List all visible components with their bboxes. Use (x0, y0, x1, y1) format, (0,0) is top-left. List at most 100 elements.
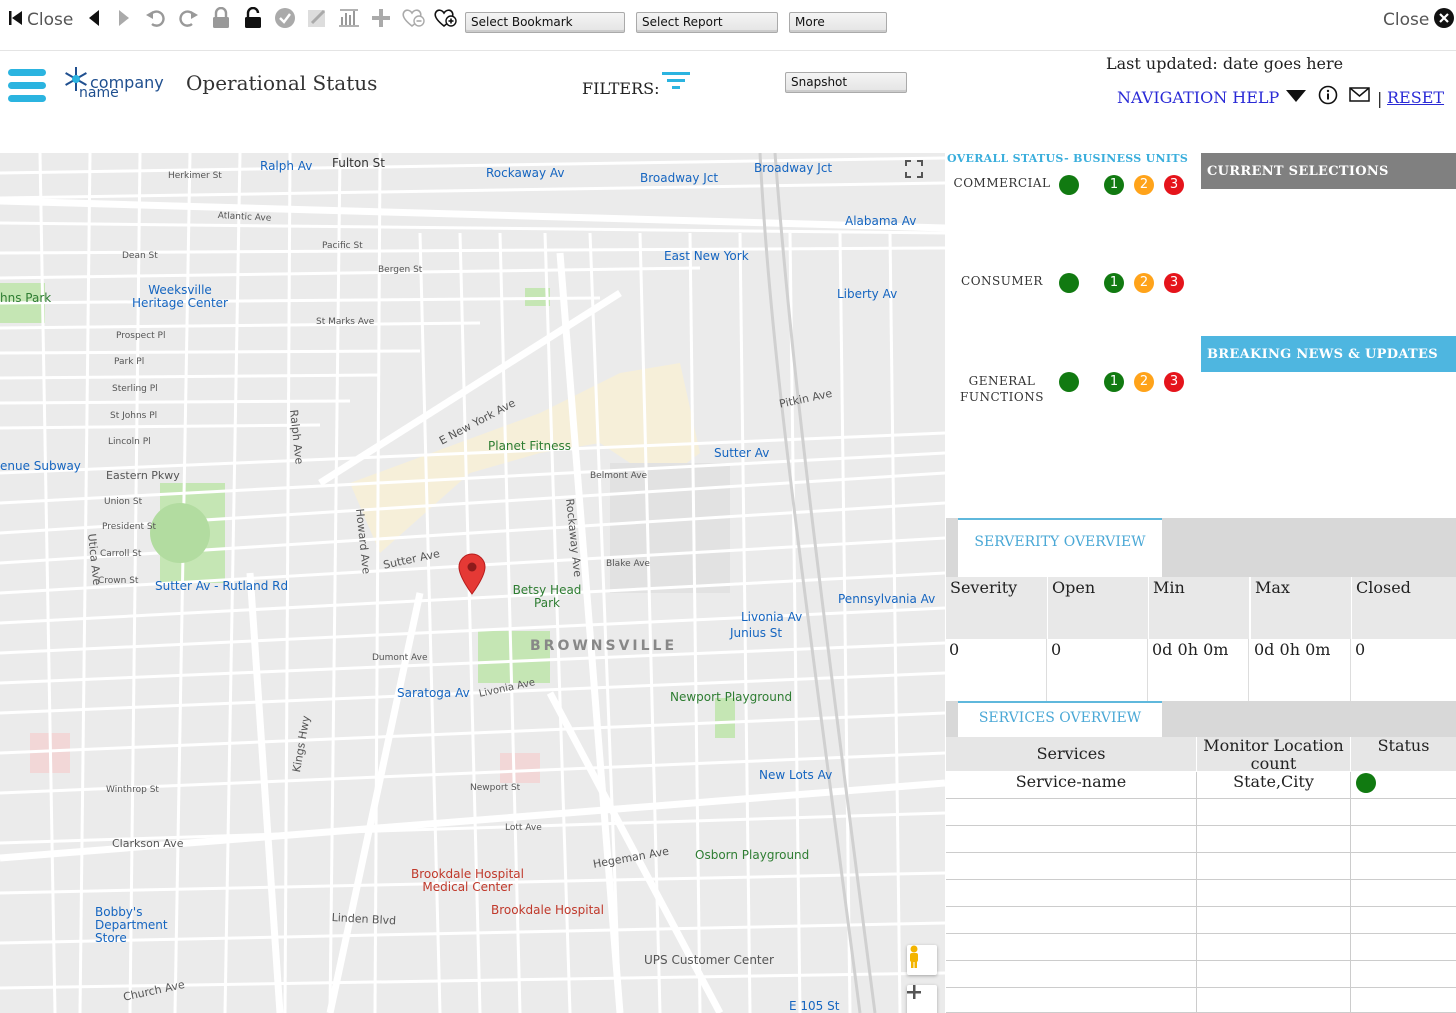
severity-column: Severity 0 (946, 577, 1047, 701)
back-icon[interactable] (82, 6, 106, 30)
map-label[interactable]: Newport Playground (670, 690, 792, 704)
street-label: President St (102, 522, 157, 532)
reset-link[interactable]: RESET (1387, 88, 1444, 107)
level-1-badge[interactable]: 1 (1104, 175, 1124, 195)
min-value: 0d 0h 0m (1149, 639, 1249, 701)
severity-column: Min 0d 0h 0m (1149, 577, 1249, 701)
map-label[interactable]: Broadway Jct (640, 171, 718, 185)
status-dot[interactable] (1059, 273, 1079, 293)
empty-cell (946, 853, 1197, 880)
close-right-button[interactable]: Close (1383, 10, 1429, 30)
more-dropdown[interactable]: More (789, 12, 887, 33)
map-label[interactable]: Ralph Av (260, 159, 312, 173)
map-label[interactable]: Livonia Av (741, 610, 802, 624)
zoom-in-icon[interactable] (907, 985, 937, 1013)
map-label[interactable]: Alabama Av (845, 214, 916, 228)
map-label[interactable]: Broadway Jct (754, 161, 832, 175)
street-label: Herkimer St (168, 171, 222, 181)
location-pin-icon[interactable] (458, 553, 486, 595)
level-3-badge[interactable]: 3 (1164, 372, 1184, 392)
hamburger-menu-icon[interactable] (8, 69, 46, 108)
map-label[interactable]: enue Subway (0, 459, 81, 473)
empty-cell (946, 988, 1197, 1013)
map-label[interactable]: Bobby's Department Store (95, 906, 200, 945)
level-3-badge[interactable]: 3 (1164, 175, 1184, 195)
chevron-down-icon[interactable] (1286, 89, 1306, 108)
map-label[interactable]: Liberty Av (837, 287, 897, 301)
location-cell: State,City (1197, 772, 1351, 799)
status-dot[interactable] (1059, 372, 1079, 392)
level-1-badge[interactable]: 1 (1104, 372, 1124, 392)
map-label[interactable]: hns Park (0, 291, 51, 305)
status-dot[interactable] (1059, 175, 1079, 195)
report-icon[interactable] (337, 6, 361, 30)
forward-icon[interactable] (112, 6, 136, 30)
level-3-badge[interactable]: 3 (1164, 273, 1184, 293)
tab-services-overview[interactable]: SERVICES OVERVIEW (958, 701, 1162, 737)
map-label[interactable]: Junius St (730, 626, 782, 640)
business-unit-label: COMMERCIAL (948, 175, 1056, 191)
street-label: Belmont Ave (590, 471, 648, 481)
map-label[interactable]: Betsy Head Park (512, 584, 582, 610)
map-label[interactable]: Saratoga Av (397, 686, 470, 700)
map-label[interactable]: Brookdale Hospital (491, 903, 604, 917)
map-label[interactable]: UPS Customer Center (644, 953, 774, 967)
map-label[interactable]: Planet Fitness (488, 439, 571, 453)
empty-cell (946, 961, 1197, 988)
filters-label: FILTERS: (582, 79, 660, 98)
level-2-badge[interactable]: 2 (1134, 273, 1154, 293)
tab-severity-overview[interactable]: SERVERITY OVERVIEW (958, 518, 1162, 577)
undo-icon[interactable] (144, 6, 168, 30)
first-page-icon[interactable] (4, 6, 28, 30)
snapshot-dropdown[interactable]: Snapshot (785, 72, 907, 93)
close-icon[interactable] (1432, 6, 1456, 30)
fullscreen-icon[interactable] (905, 160, 935, 190)
level-1-badge[interactable]: 1 (1104, 273, 1124, 293)
filter-icon[interactable] (662, 72, 692, 96)
level-2-badge[interactable]: 2 (1134, 372, 1154, 392)
status-cell (1351, 772, 1456, 799)
unlock-icon[interactable] (241, 6, 265, 30)
park-area (715, 698, 735, 738)
table-row[interactable]: Service-name State,City (946, 772, 1456, 799)
map-label[interactable]: Weeksville Heritage Center (130, 284, 230, 310)
min-header: Min (1149, 577, 1249, 639)
map-label[interactable]: Rockaway Av (486, 166, 565, 180)
check-circle-icon[interactable] (273, 6, 297, 30)
favorite-add-icon[interactable] (433, 6, 457, 30)
street-view-pegman-icon[interactable] (907, 945, 937, 975)
select-report-dropdown[interactable]: Select Report (636, 12, 778, 33)
map-label[interactable]: Osborn Playground (695, 848, 809, 862)
add-icon[interactable] (369, 6, 393, 30)
favorite-remove-icon[interactable] (401, 6, 425, 30)
closed-value: 0 (1352, 639, 1456, 701)
street-label: Crown St (98, 576, 139, 586)
info-icon[interactable] (1318, 85, 1338, 109)
map-label[interactable]: Sutter Av - Rutland Rd (155, 579, 288, 593)
business-unit-label: GENERAL FUNCTIONS (948, 373, 1056, 405)
map-label[interactable]: East New York (664, 249, 749, 263)
lock-icon[interactable] (209, 6, 233, 30)
severity-header: Severity (946, 577, 1047, 639)
map-label[interactable]: Fulton St (332, 156, 385, 170)
severity-value: 0 (946, 639, 1047, 701)
redo-icon[interactable] (176, 6, 200, 30)
severity-column: Max 0d 0h 0m (1251, 577, 1351, 701)
empty-cell (946, 826, 1197, 853)
current-selections-header: CURRENT SELECTIONS (1201, 153, 1456, 189)
mail-icon[interactable] (1349, 87, 1371, 107)
map-label[interactable]: Pennsylvania Av (838, 592, 935, 606)
closed-header: Closed (1352, 577, 1456, 639)
edit-icon[interactable] (305, 6, 329, 30)
map-label[interactable]: E 105 St (789, 999, 839, 1013)
close-left-button[interactable]: Close (27, 10, 73, 30)
level-2-badge[interactable]: 2 (1134, 175, 1154, 195)
map-view[interactable]: Ralph Av Fulton St Rockaway Av Broadway … (0, 153, 945, 1013)
status-dot[interactable] (1356, 773, 1376, 793)
navigation-help-link[interactable]: NAVIGATION HELP (1117, 88, 1279, 107)
table-row (946, 988, 1456, 1013)
map-label[interactable]: Sutter Av (714, 446, 769, 460)
map-label[interactable]: Brookdale Hospital Medical Center (410, 868, 525, 894)
map-label[interactable]: New Lots Av (759, 768, 832, 782)
select-bookmark-dropdown[interactable]: Select Bookmark (465, 12, 625, 33)
